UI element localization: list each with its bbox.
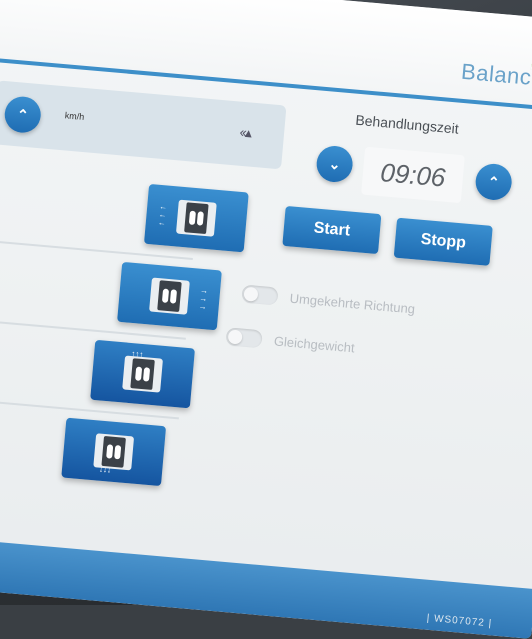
touchscreen: BalanceTu ⌃ km/h ‹‹▴ ⌃ ←←← →→→ ↑↑↑	[0, 0, 532, 639]
reverse-direction-label: Umgekehrte Richtung	[289, 290, 416, 317]
feet-lateral-icon	[149, 277, 190, 315]
mode-lateral-left-button[interactable]: ← ← ←	[143, 183, 249, 253]
arrow-right-icon: → → →	[198, 285, 209, 312]
chevron-down-icon: ⌄	[328, 155, 342, 172]
balance-toggle[interactable]	[225, 327, 263, 349]
footer-bar: | WS07072 |	[0, 536, 532, 639]
time-up-button[interactable]: ⌃	[474, 162, 514, 202]
session-time-display: 09:06	[361, 146, 465, 204]
mode-forward-button[interactable]: ↑↑↑	[90, 339, 195, 409]
arrow-left-icon: ← ← ←	[157, 201, 168, 228]
time-down-button[interactable]: ⌄	[315, 144, 355, 184]
feet-forward-icon: ↑↑↑	[122, 349, 163, 393]
mode-backward-button[interactable]: ↓↓↓	[61, 417, 167, 487]
start-button[interactable]: Start	[282, 205, 382, 255]
balance-label: Gleichgewicht	[273, 332, 356, 355]
feet-backward-icon: ↓↓↓	[93, 433, 135, 475]
toggle-balance-row: Gleichgewicht	[225, 327, 355, 356]
stop-button[interactable]: Stopp	[393, 217, 493, 266]
reverse-direction-toggle[interactable]	[241, 284, 279, 306]
brand-name: BalanceTu	[460, 58, 532, 94]
speed-panel: ⌃ km/h ‹‹▴	[0, 80, 287, 170]
feet-lateral-icon	[175, 199, 217, 237]
footer-text: | WS07072 |	[426, 612, 493, 630]
chevron-up-icon: ⌃	[16, 105, 30, 123]
arrows-icon: ‹‹▴	[239, 123, 251, 141]
mode-lateral-right-button[interactable]: → → →	[117, 261, 222, 331]
toggle-reverse-row: Umgekehrte Richtung	[241, 284, 416, 317]
session-time-label: Behandlungszeit	[354, 111, 460, 137]
speed-up-button[interactable]: ⌃	[3, 95, 43, 135]
speed-unit: km/h	[64, 110, 85, 122]
chevron-up-icon: ⌃	[487, 172, 501, 190]
